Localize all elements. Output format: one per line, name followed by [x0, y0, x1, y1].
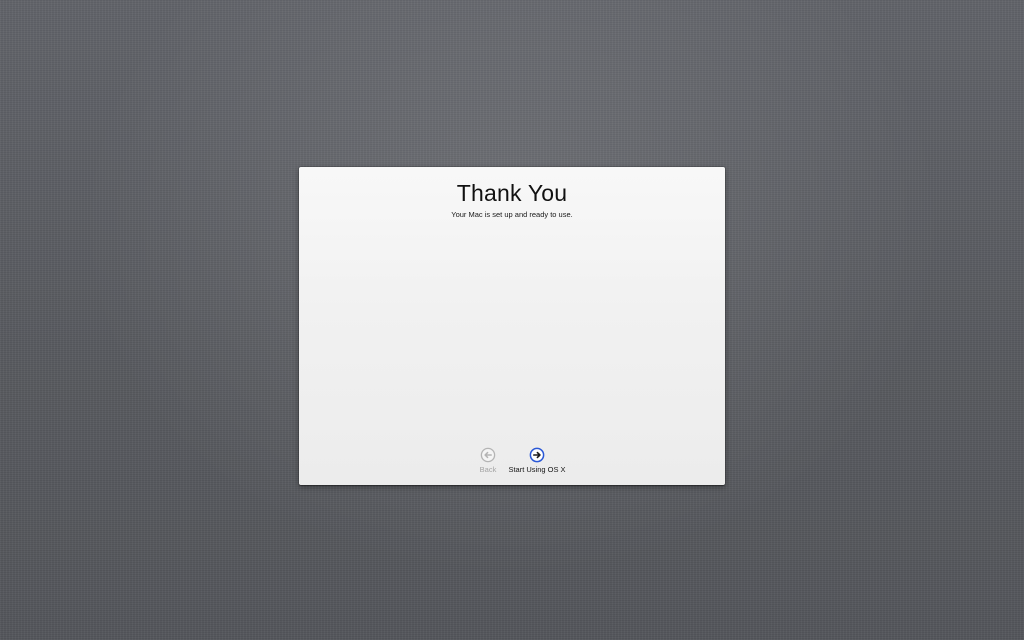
back-button-label: Back [479, 465, 497, 474]
start-using-os-x-button[interactable]: Start Using OS X [502, 447, 572, 474]
arrow-left-circle-icon [480, 447, 496, 463]
arrow-right-circle-icon [529, 447, 545, 463]
page-title: Thank You [456, 180, 568, 206]
page-subtitle: Your Mac is set up and ready to use. [451, 210, 573, 219]
desktop-background: Thank You Your Mac is set up and ready t… [0, 0, 1024, 640]
setup-assistant-panel: Thank You Your Mac is set up and ready t… [299, 167, 725, 485]
start-using-os-x-label: Start Using OS X [508, 465, 566, 474]
